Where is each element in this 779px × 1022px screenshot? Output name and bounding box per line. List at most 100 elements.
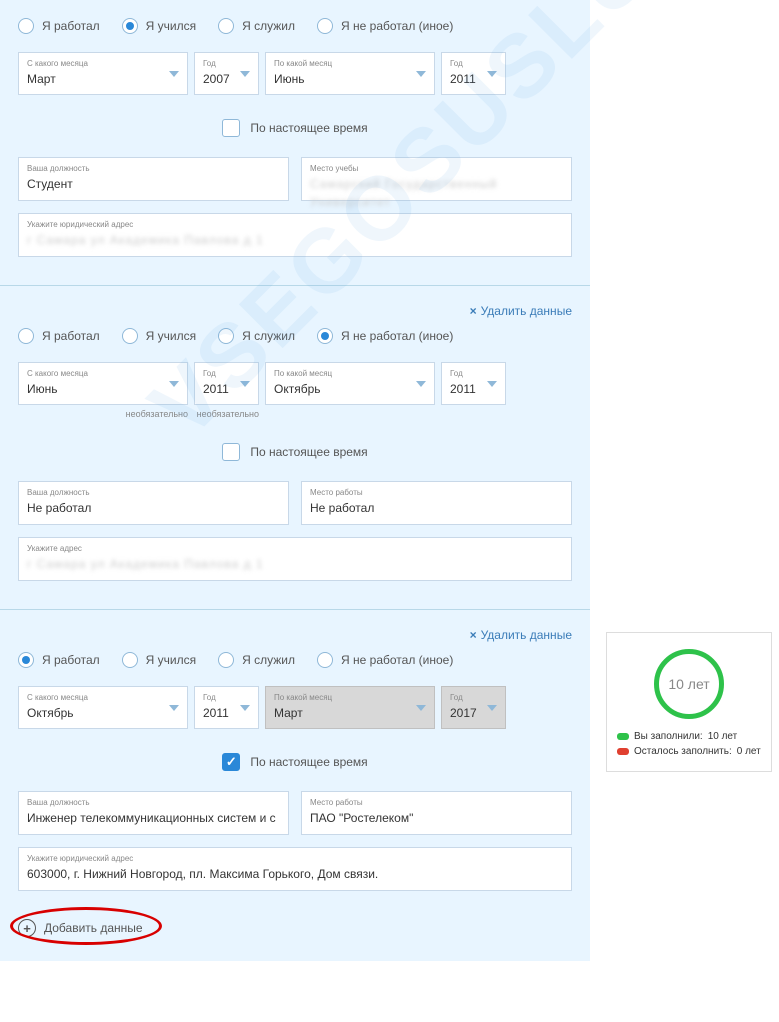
radio-none[interactable]: Я не работал (иное) <box>317 328 453 344</box>
radio-icon <box>218 652 234 668</box>
radio-none[interactable]: Я не работал (иное) <box>317 652 453 668</box>
radio-studied[interactable]: Я учился <box>122 652 196 668</box>
radio-icon <box>218 18 234 34</box>
from-month-select[interactable]: С какого месяцаОктябрь <box>18 686 188 729</box>
chevron-down-icon <box>240 705 250 711</box>
radio-icon <box>122 18 138 34</box>
radio-served[interactable]: Я служил <box>218 652 295 668</box>
field-label: Укажите юридический адрес <box>27 220 563 229</box>
chevron-down-icon <box>240 71 250 77</box>
add-label: Добавить данные <box>44 921 143 935</box>
radio-served[interactable]: Я служил <box>218 328 295 344</box>
present-checkbox[interactable] <box>222 753 240 771</box>
position-input[interactable]: Ваша должностьНе работал <box>18 481 289 525</box>
legal-address-input[interactable]: Укажите юридический адрес г Самара ул Ака… <box>18 213 572 257</box>
field-value: 2007 <box>203 72 230 86</box>
close-icon: × <box>470 628 477 642</box>
present-label: По настоящее время <box>250 121 367 135</box>
position-input[interactable]: Ваша должность Студент <box>18 157 289 201</box>
field-label: Место учебы <box>310 164 563 173</box>
position-input[interactable]: Ваша должностьИнженер телекоммуникационн… <box>18 791 289 835</box>
chevron-down-icon <box>169 381 179 387</box>
field-label: Год <box>203 693 250 702</box>
field-value: 2011 <box>203 382 229 396</box>
field-value: Студент <box>27 177 73 191</box>
present-check-row: По настоящее время <box>18 119 572 137</box>
to-year-select[interactable]: Год2011 <box>441 362 506 405</box>
field-label: С какого месяца <box>27 369 179 378</box>
present-label: По настоящее время <box>250 445 367 459</box>
present-check-row: По настоящее время <box>18 753 572 771</box>
to-year-select[interactable]: Год2011 <box>441 52 506 95</box>
helper-text: необязательно <box>194 409 259 419</box>
field-label: Ваша должность <box>27 488 280 497</box>
from-year-select[interactable]: Год2007 <box>194 52 259 95</box>
activity-radio-group: Я работал Я учился Я служил Я не работал… <box>18 652 572 668</box>
radio-icon <box>18 18 34 34</box>
legend-remaining: Осталось заполнить:0 лет <box>617 746 761 757</box>
present-checkbox[interactable] <box>222 119 240 137</box>
chevron-down-icon <box>169 71 179 77</box>
delete-button[interactable]: ×Удалить данные <box>18 304 572 318</box>
present-label: По настоящее время <box>250 755 367 769</box>
radio-icon <box>122 652 138 668</box>
radio-label: Я работал <box>42 329 100 343</box>
activity-radio-group: Я работал Я учился Я служил Я не работал… <box>18 328 572 344</box>
legal-address-input[interactable]: Укажите юридический адрес603000, г. Нижн… <box>18 847 572 891</box>
radio-label: Я служил <box>242 329 295 343</box>
radio-icon <box>18 328 34 344</box>
field-label: Укажите адрес <box>27 544 563 553</box>
field-label: По какой месяц <box>274 693 426 702</box>
field-value: Октябрь <box>274 382 321 396</box>
field-value: Июнь <box>27 382 58 396</box>
field-value: Инженер телекоммуникационных систем и с <box>27 811 276 825</box>
radio-icon <box>218 328 234 344</box>
field-label: С какого месяца <box>27 693 179 702</box>
field-value: ПАО "Ростелеком" <box>310 811 413 825</box>
to-month-select[interactable]: По какой месяцОктябрь <box>265 362 435 405</box>
study-place-input[interactable]: Место учебыСамарский Государственный Уни… <box>301 157 572 201</box>
employment-block-1: Я работал Я учился Я служил Я не работал… <box>0 0 590 285</box>
field-label: С какого месяца <box>27 59 179 68</box>
radio-worked[interactable]: Я работал <box>18 652 100 668</box>
date-row: С какого месяцаИюнь Год2011 По какой мес… <box>18 362 572 405</box>
from-year-select[interactable]: Год2011 <box>194 686 259 729</box>
radio-studied[interactable]: Я учился <box>122 18 196 34</box>
delete-button[interactable]: ×Удалить данные <box>18 628 572 642</box>
work-place-input[interactable]: Место работы ПАО "Ростелеком" <box>301 791 572 835</box>
progress-ring: 10 лет <box>654 649 724 719</box>
radio-none[interactable]: Я не работал (иное) <box>317 18 453 34</box>
field-label: Укажите юридический адрес <box>27 854 563 863</box>
from-month-select[interactable]: С какого месяца Июнь <box>18 362 188 405</box>
field-label: Ваша должность <box>27 164 280 173</box>
add-data-button[interactable]: + Добавить данные <box>18 901 572 943</box>
radio-label: Я учился <box>146 653 196 667</box>
chevron-down-icon <box>416 381 426 387</box>
field-label: Место работы <box>310 798 563 807</box>
present-checkbox[interactable] <box>222 443 240 461</box>
radio-studied[interactable]: Я учился <box>122 328 196 344</box>
radio-worked[interactable]: Я работал <box>18 328 100 344</box>
legend-label: Вы заполнили: <box>634 731 703 742</box>
date-row: С какого месяца Март Год2007 По какой мес… <box>18 52 572 95</box>
helper-row: необязательно необязательно <box>18 409 572 419</box>
from-year-select[interactable]: Год2011 <box>194 362 259 405</box>
plus-icon: + <box>18 919 36 937</box>
field-value-blurred: г Самара ул Академика Павлова д 1 <box>27 233 264 247</box>
to-year-select-disabled: Год2017 <box>441 686 506 729</box>
radio-label: Я не работал (иное) <box>341 19 453 33</box>
to-month-select[interactable]: По какой месяцИюнь <box>265 52 435 95</box>
radio-label: Я не работал (иное) <box>341 653 453 667</box>
field-label: Год <box>450 369 497 378</box>
chevron-down-icon <box>240 381 250 387</box>
radio-worked[interactable]: Я работал <box>18 18 100 34</box>
radio-icon <box>317 328 333 344</box>
field-value: Март <box>27 72 56 86</box>
work-place-input[interactable]: Место работыНе работал <box>301 481 572 525</box>
from-month-select[interactable]: С какого месяца Март <box>18 52 188 95</box>
address-input[interactable]: Укажите адресг Самара ул Академика Павло… <box>18 537 572 581</box>
pill-red-icon <box>617 748 629 755</box>
activity-radio-group: Я работал Я учился Я служил Я не работал… <box>18 18 572 34</box>
field-label: По какой месяц <box>274 59 426 68</box>
radio-served[interactable]: Я служил <box>218 18 295 34</box>
